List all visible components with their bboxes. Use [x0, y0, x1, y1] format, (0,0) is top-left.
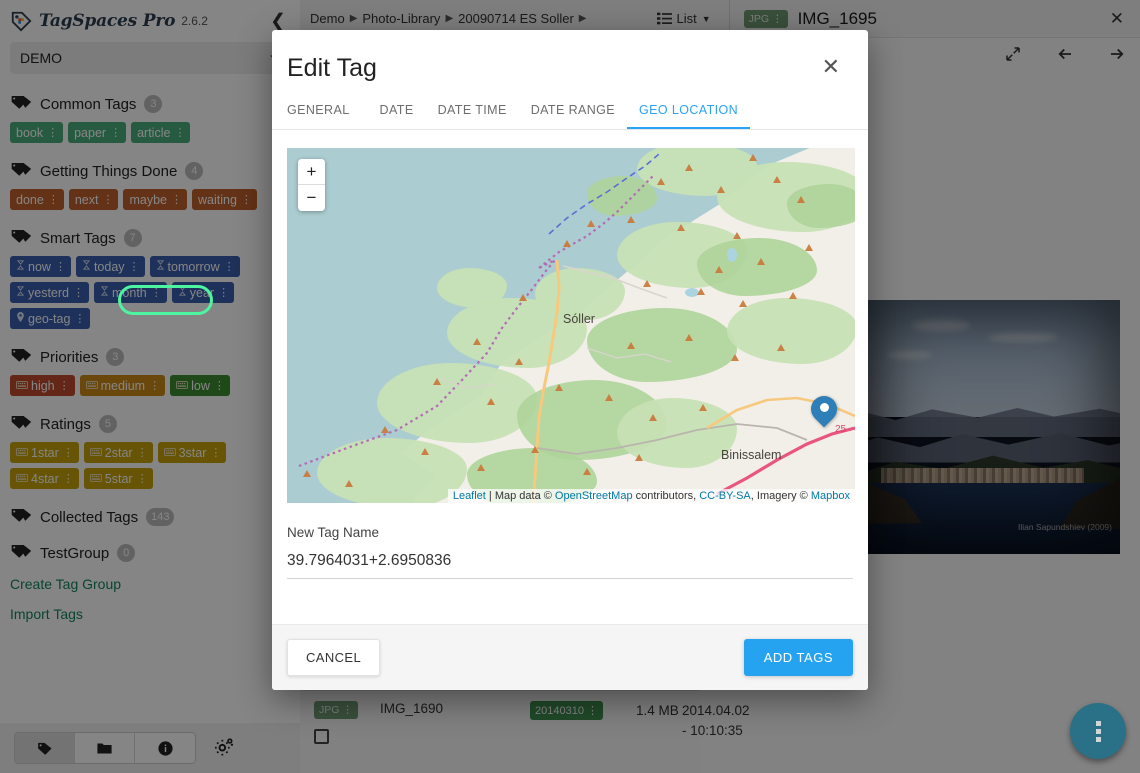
map-peak-icon — [715, 266, 723, 273]
map-peak-icon — [627, 216, 635, 223]
map-label-soller: Sóller — [563, 312, 595, 326]
map-peak-icon — [733, 232, 741, 239]
map-peak-icon — [515, 358, 523, 365]
dialog-header: Edit Tag ✕ — [272, 30, 868, 83]
pin-center-dot — [820, 403, 829, 412]
map-peak-icon — [697, 288, 705, 295]
attrib-mid: contributors, — [633, 490, 700, 502]
map-peak-icon — [789, 292, 797, 299]
map-peak-icon — [555, 384, 563, 391]
map-attribution: Leaflet | Map data © OpenStreetMap contr… — [448, 489, 855, 503]
map-peak-icon — [699, 404, 707, 411]
map-peak-icon — [381, 426, 389, 433]
map-peak-icon — [649, 414, 657, 421]
map-peak-icon — [635, 454, 643, 461]
map-peak-icon — [717, 186, 725, 193]
map-peak-icon — [739, 300, 747, 307]
attrib-imagery: , Imagery © — [751, 490, 811, 502]
map-zoom-in-button[interactable]: + — [298, 159, 325, 185]
map-peak-icon — [773, 176, 781, 183]
map-peak-icon — [473, 338, 481, 345]
map-vegetation — [587, 176, 657, 216]
map-vegetation — [317, 438, 467, 503]
dialog-body: + − Sóller Binissalem 25 Leaflet | Map d… — [272, 130, 868, 624]
edit-tag-dialog: Edit Tag ✕ GENERALDATEDATE TIMEDATE RANG… — [272, 30, 868, 690]
map-peak-icon — [519, 294, 527, 301]
new-tag-name-input[interactable]: 39.7964031+2.6950836 — [287, 552, 853, 579]
map-peak-icon — [685, 164, 693, 171]
dialog-actions: CANCEL ADD TAGS — [272, 624, 868, 690]
dialog-title: Edit Tag — [287, 54, 377, 83]
map-location-marker[interactable] — [811, 396, 837, 434]
map-peak-icon — [643, 280, 651, 287]
map-peak-icon — [805, 244, 813, 251]
map-peak-icon — [587, 220, 595, 227]
map-peak-icon — [685, 334, 693, 341]
map-peak-icon — [797, 196, 805, 203]
cancel-button[interactable]: CANCEL — [287, 639, 380, 676]
map-vegetation — [587, 308, 737, 382]
more-dot — [1096, 721, 1101, 726]
map-peak-icon — [583, 468, 591, 475]
map-peak-icon — [677, 224, 685, 231]
add-tags-button[interactable]: ADD TAGS — [744, 639, 853, 676]
osm-link[interactable]: OpenStreetMap — [555, 490, 633, 502]
map-peak-icon — [421, 448, 429, 455]
map-peak-icon — [531, 446, 539, 453]
map-zoom-controls: + − — [298, 159, 325, 211]
main-menu-fab[interactable] — [1070, 703, 1126, 759]
map-peak-icon — [757, 258, 765, 265]
tab-geo-location[interactable]: GEO LOCATION — [627, 97, 750, 129]
tab-date[interactable]: DATE — [368, 97, 426, 129]
more-dot — [1096, 729, 1101, 734]
dialog-tabs: GENERALDATEDATE TIMEDATE RANGEGEO LOCATI… — [272, 83, 868, 130]
map-zoom-out-button[interactable]: − — [298, 185, 325, 211]
leaflet-link[interactable]: Leaflet — [453, 490, 486, 502]
tab-date-range[interactable]: DATE RANGE — [519, 97, 627, 129]
map-peak-icon — [433, 378, 441, 385]
map-peak-icon — [563, 240, 571, 247]
new-tag-name-label: New Tag Name — [287, 525, 853, 540]
map-peak-icon — [487, 398, 495, 405]
geo-location-map[interactable]: + − Sóller Binissalem 25 Leaflet | Map d… — [287, 148, 855, 503]
app-root: TagSpaces Pro 2.6.2 ❮ DEMO Common Tags3b… — [0, 0, 1140, 773]
mapbox-link[interactable]: Mapbox — [811, 490, 850, 502]
attrib-sep: | Map data © — [486, 490, 555, 502]
map-peak-icon — [731, 354, 739, 361]
tab-general[interactable]: GENERAL — [287, 97, 362, 129]
close-icon[interactable]: ✕ — [818, 54, 844, 80]
map-peak-icon — [605, 394, 613, 401]
map-vegetation — [787, 184, 855, 228]
map-label-binissalem: Binissalem — [721, 448, 781, 462]
map-lake — [727, 248, 737, 262]
map-peak-icon — [657, 178, 665, 185]
map-peak-icon — [303, 470, 311, 477]
map-peak-icon — [477, 464, 485, 471]
map-peak-icon — [777, 344, 785, 351]
map-peak-icon — [345, 480, 353, 487]
tab-date-time[interactable]: DATE TIME — [426, 97, 519, 129]
license-link[interactable]: CC-BY-SA — [699, 490, 751, 502]
map-peak-icon — [749, 154, 757, 161]
more-dot — [1096, 737, 1101, 742]
map-peak-icon — [627, 342, 635, 349]
